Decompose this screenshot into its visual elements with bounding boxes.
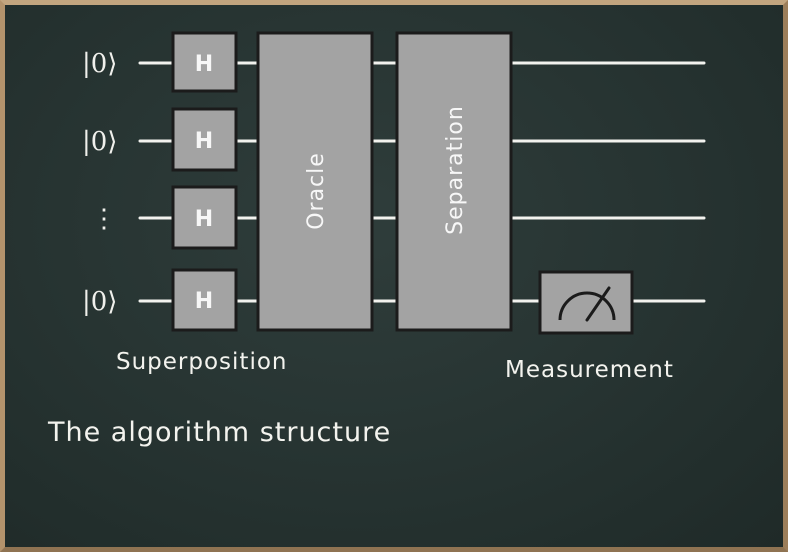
measurement-label: Measurement bbox=[505, 357, 674, 383]
hadamard-gate-label: H bbox=[195, 207, 213, 232]
hadamard-gate-label: H bbox=[195, 129, 213, 154]
hadamard-gate-label: H bbox=[195, 289, 213, 314]
oracle-label: Oracle bbox=[304, 152, 329, 230]
oracle-block[interactable]: Oracle bbox=[256, 31, 374, 332]
hadamard-gate-label: H bbox=[195, 52, 213, 77]
caption-text: The algorithm structure bbox=[47, 417, 391, 448]
hadamard-gate-1[interactable]: H bbox=[171, 31, 238, 93]
hadamard-gate-4[interactable]: H bbox=[171, 268, 238, 332]
wire-label-4: |0⟩ bbox=[82, 287, 117, 317]
circuit-diagram: |0⟩ |0⟩ ⋮ |0⟩ H H H H Oracle Separation … bbox=[47, 31, 706, 448]
wire-label-1: |0⟩ bbox=[82, 49, 117, 79]
wire-label-2: |0⟩ bbox=[82, 127, 117, 157]
hadamard-gate-3[interactable]: H bbox=[171, 185, 238, 250]
wire-label-ellipsis: ⋮ bbox=[91, 204, 117, 234]
separation-block[interactable]: Separation bbox=[395, 31, 513, 332]
superposition-label: Superposition bbox=[116, 349, 287, 375]
hadamard-gate-2[interactable]: H bbox=[171, 107, 238, 172]
separation-label: Separation bbox=[443, 105, 468, 235]
measurement-gate[interactable] bbox=[538, 270, 634, 335]
